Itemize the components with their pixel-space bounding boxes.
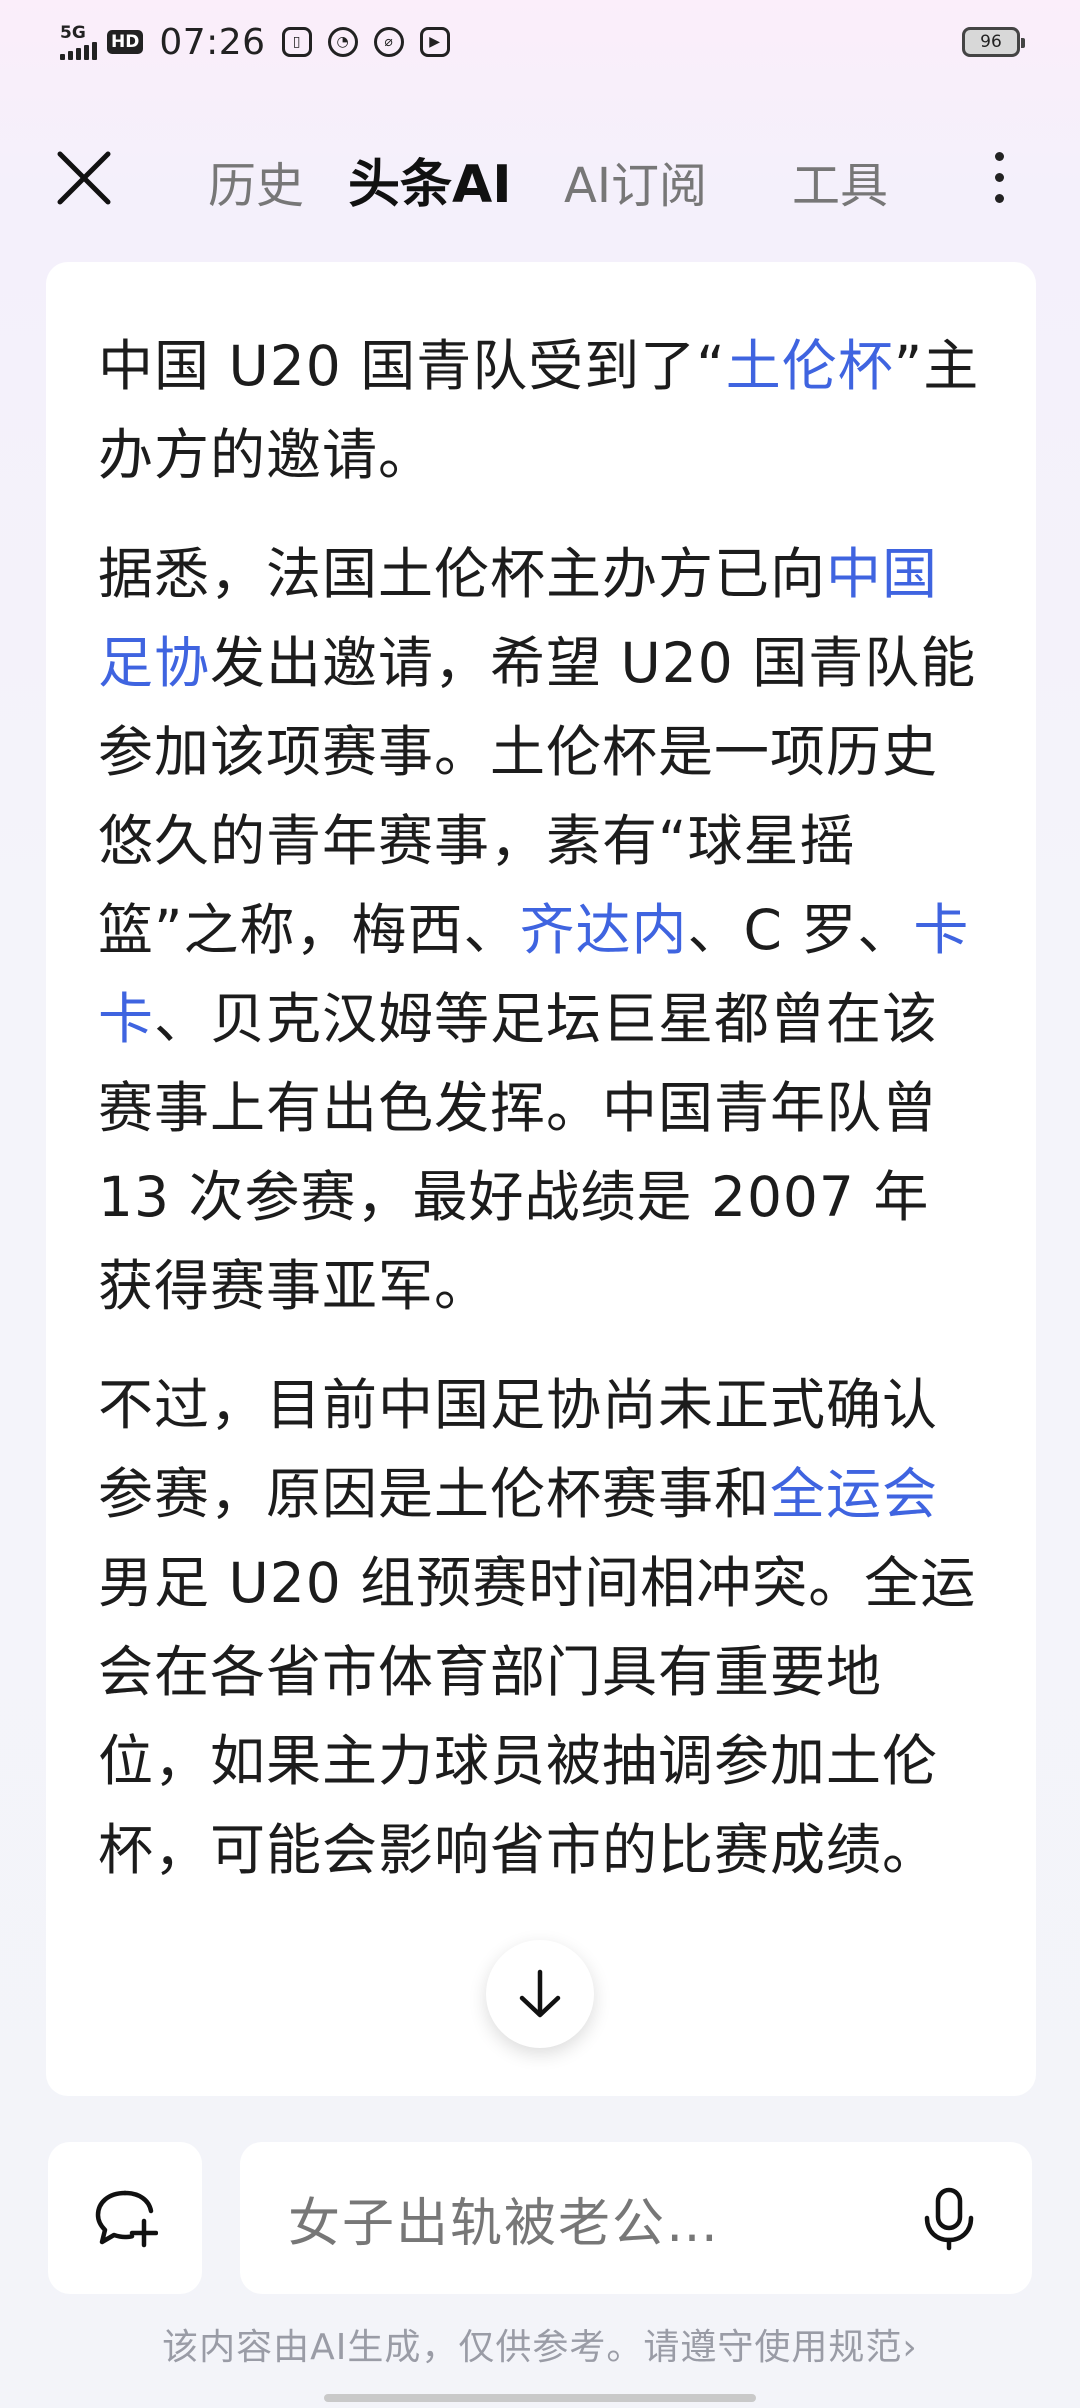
scroll-to-bottom-button[interactable]	[486, 1940, 594, 2048]
question-input[interactable]: 女子出轨被老公…	[240, 2142, 1032, 2294]
link-national-games[interactable]: 全运会	[770, 1462, 938, 1526]
notification-browser-icon: ◔	[327, 27, 358, 57]
hd-badge: HD	[107, 30, 144, 54]
chevron-right-icon: ›	[902, 2327, 918, 2368]
status-bar: 5G HD 07:26 ▯ ◔ ⌀ ▶ 96	[0, 0, 1080, 84]
notification-leaf-icon: ⌀	[373, 27, 404, 57]
status-right: 96	[962, 27, 1025, 57]
link-zidane[interactable]: 齐达内	[520, 898, 688, 962]
tab-history[interactable]: 历史	[208, 146, 304, 216]
tab-tools[interactable]: 工具	[792, 146, 888, 216]
microphone-icon	[924, 2187, 974, 2251]
ai-disclaimer[interactable]: 该内容由AI生成，仅供参考。请遵守使用规范›	[0, 2318, 1080, 2370]
top-nav: 历史 头条AI AI订阅 工具	[0, 120, 1080, 230]
signal-indicator: 5G	[60, 24, 97, 60]
chat-add-icon	[95, 2190, 158, 2248]
voice-input-button[interactable]	[916, 2184, 982, 2254]
more-dot-icon	[994, 193, 1004, 203]
signal-bars-icon	[60, 42, 97, 60]
answer-article: 中国 U20 国青队受到了“土伦杯”主办方的邀请。 据悉，法国土伦杯主办方已向中…	[46, 262, 1036, 1895]
battery-level: 96	[980, 32, 1002, 52]
close-icon	[57, 151, 111, 205]
more-dot-icon	[994, 172, 1004, 182]
notification-play-icon: ▶	[419, 27, 450, 57]
close-button[interactable]	[50, 144, 118, 212]
disclaimer-text: 该内容由AI生成，仅供参考。请遵守使用规范	[162, 2327, 903, 2368]
paragraph-text: 、C 罗、	[687, 898, 914, 962]
paragraph-text: 男足 U20 组预赛时间相冲突。全运会在各省市体育部门具有重要地位，如果主力球员…	[98, 1551, 977, 1882]
status-left: 5G HD 07:26 ▯ ◔ ⌀ ▶	[60, 22, 450, 63]
paragraph-text: 据悉，法国土伦杯主办方已向	[98, 542, 827, 606]
clock: 07:26	[159, 21, 266, 63]
tab-toutiao-ai[interactable]: 头条AI	[348, 142, 512, 217]
paragraph-text: 中国 U20 国青队受到了“	[98, 334, 726, 398]
tab-ai-subscription[interactable]: AI订阅	[564, 146, 707, 216]
input-suggestion-text: 女子出轨被老公…	[288, 2193, 721, 2254]
home-indicator[interactable]	[324, 2394, 756, 2402]
link-toulon-cup[interactable]: 土伦杯	[726, 334, 894, 398]
notification-app-icon: ▯	[281, 27, 312, 57]
new-chat-button[interactable]	[48, 2142, 202, 2294]
network-type: 5G	[60, 23, 86, 43]
more-options-button[interactable]	[974, 142, 1024, 212]
answer-paragraph-3: 不过，目前中国足协尚未正式确认参赛，原因是土伦杯赛事和全运会男足 U20 组预赛…	[98, 1361, 984, 1895]
more-dot-icon	[994, 151, 1004, 161]
answer-paragraph-1: 中国 U20 国青队受到了“土伦杯”主办方的邀请。	[98, 322, 984, 500]
battery-icon: 96	[962, 27, 1025, 57]
arrow-down-icon	[519, 1969, 561, 2018]
answer-paragraph-2: 据悉，法国土伦杯主办方已向中国足协发出邀请，希望 U20 国青队能参加该项赛事。…	[98, 530, 984, 1331]
paragraph-text: 、贝克汉姆等足坛巨星都曾在该赛事上有出色发挥。中国青年队曾 13 次参赛，最好战…	[98, 987, 939, 1318]
ai-answer-card: 中国 U20 国青队受到了“土伦杯”主办方的邀请。 据悉，法国土伦杯主办方已向中…	[46, 262, 1036, 2096]
